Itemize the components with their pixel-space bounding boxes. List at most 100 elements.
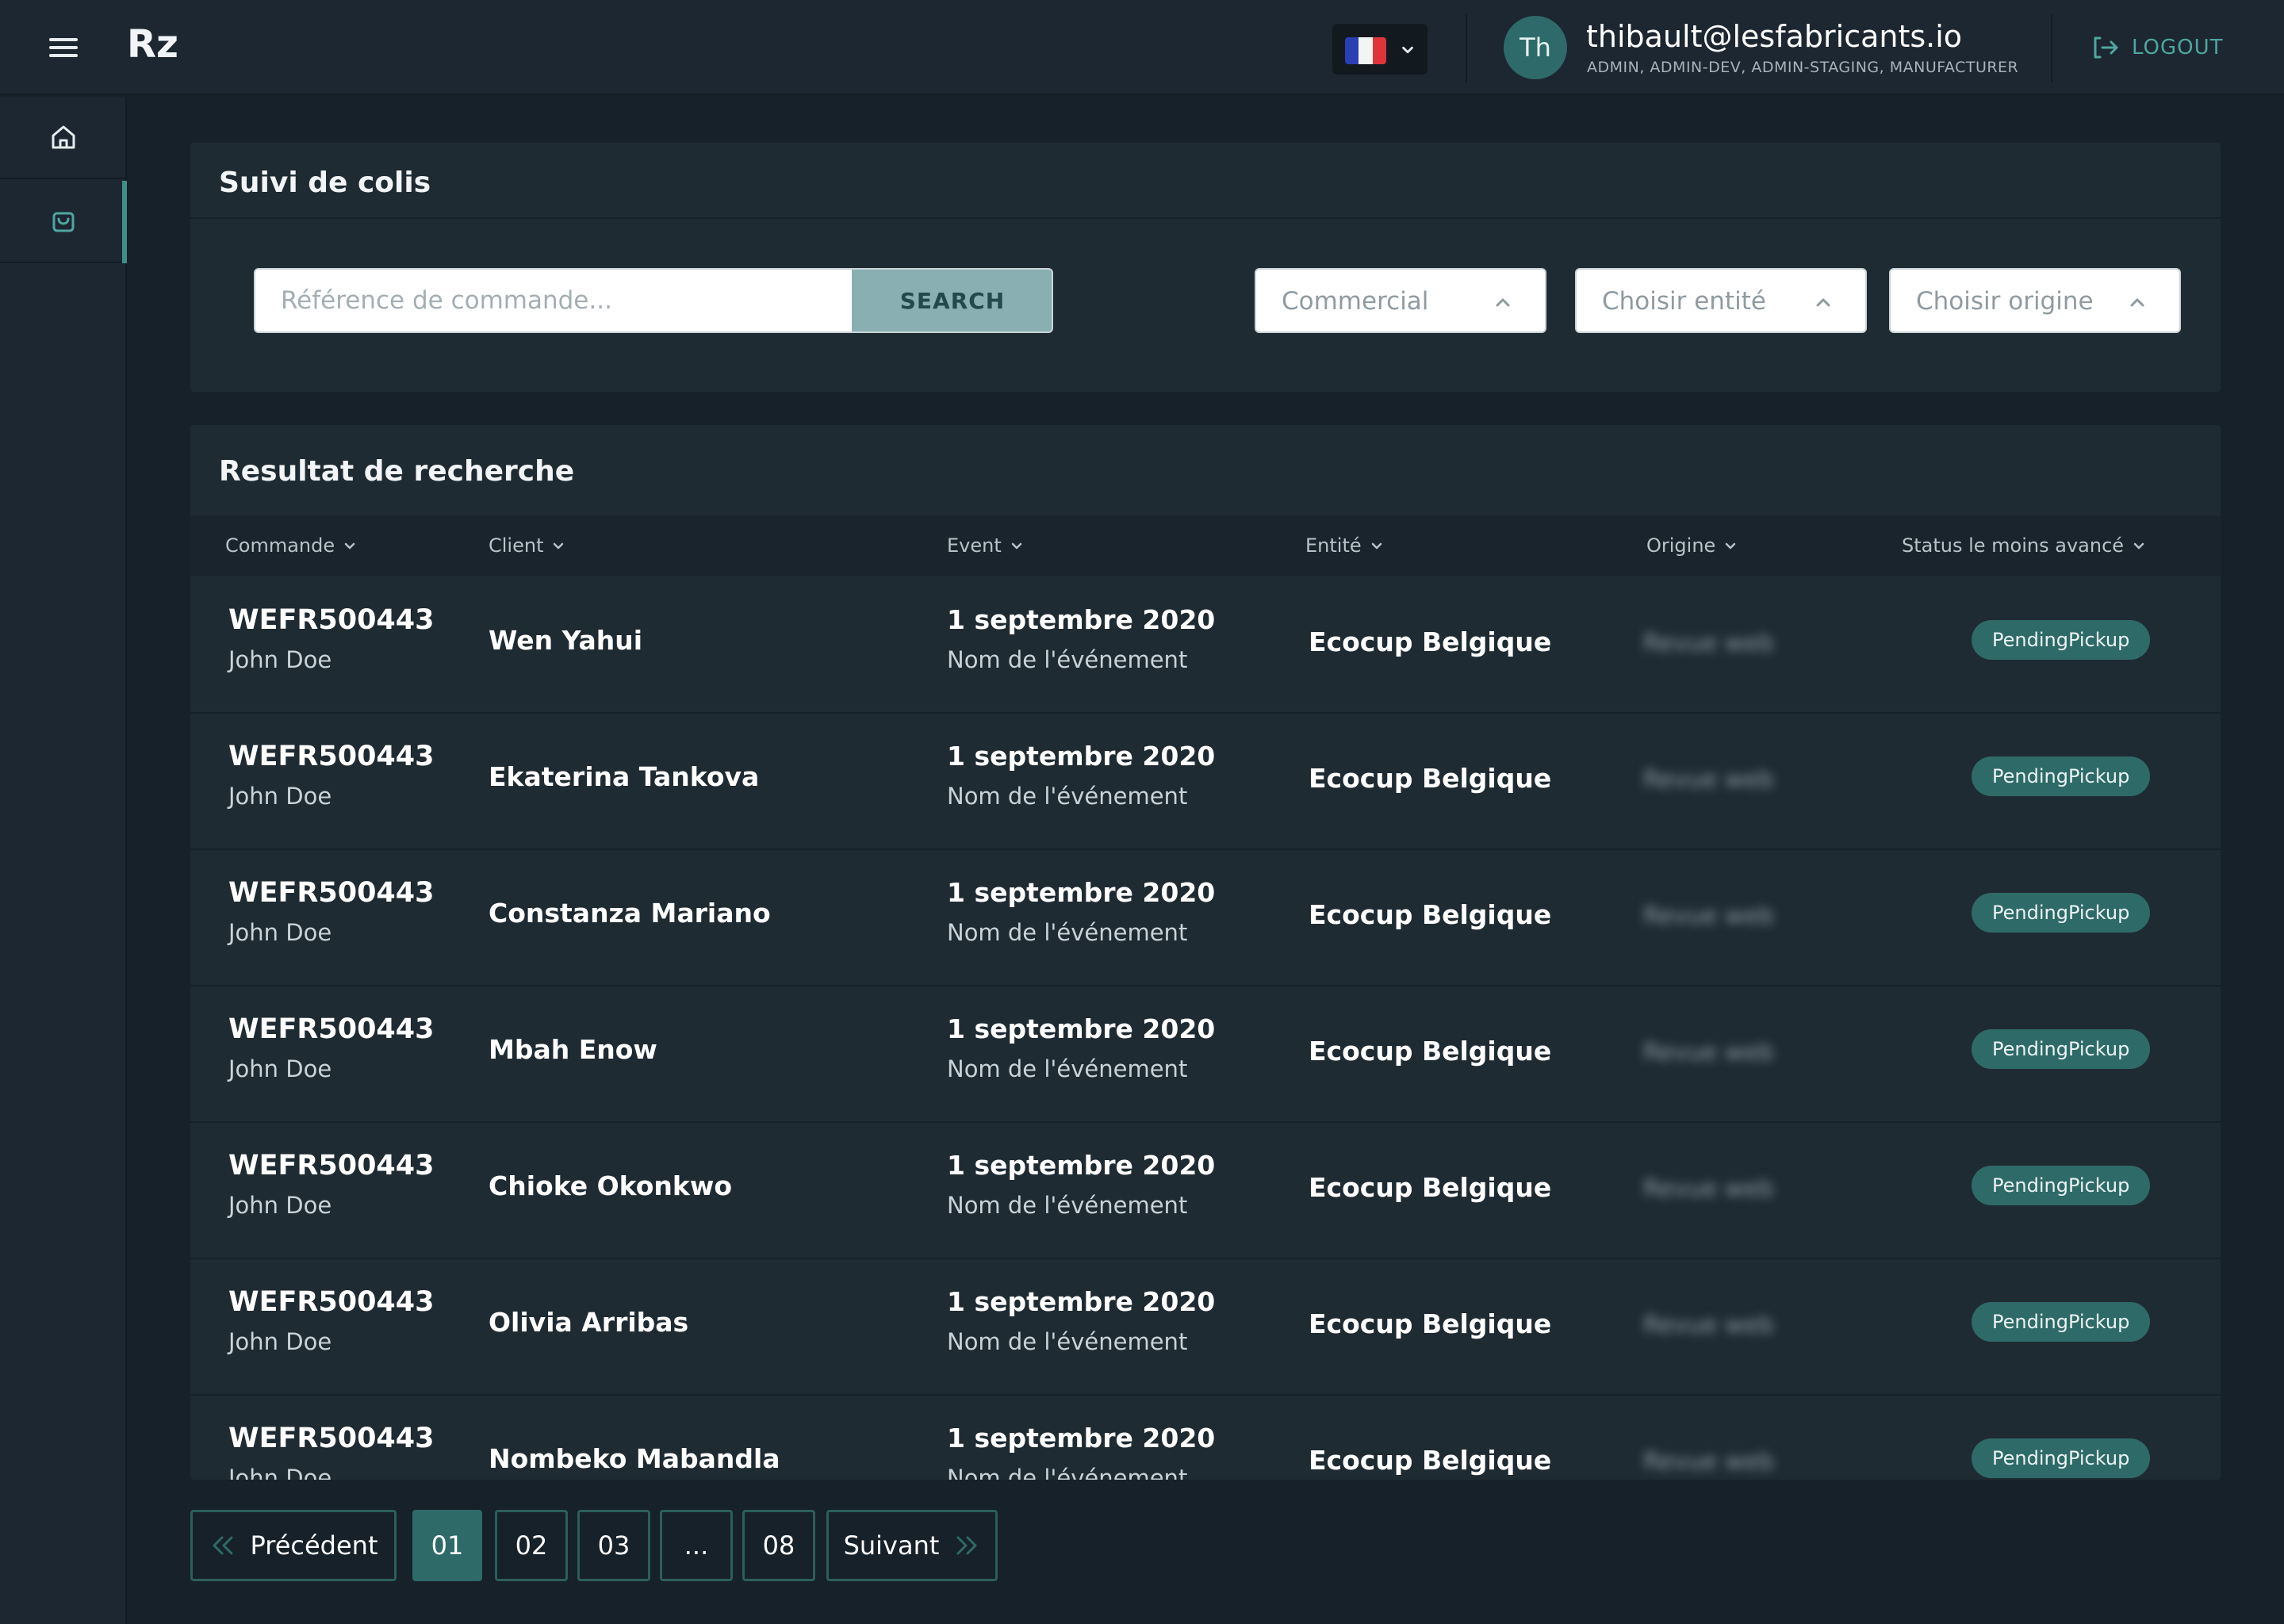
status-badge: PendingPickup <box>1972 620 2151 660</box>
event-name: Nom de l'événement <box>947 1055 1188 1082</box>
flag-france-icon <box>1345 37 1386 64</box>
column-label: Origine <box>1646 534 1716 557</box>
client-name: Mbah Enow <box>489 1034 657 1065</box>
home-icon <box>52 125 75 149</box>
entity-select[interactable]: Choisir entité <box>1575 268 1867 333</box>
page-ellipsis: ... <box>660 1510 733 1581</box>
divider <box>2051 14 2052 82</box>
chevron-down-icon <box>1726 542 1736 550</box>
column-header-status[interactable]: Status le moins avancé <box>1902 534 2146 557</box>
column-label: Event <box>947 534 1002 557</box>
select-label: Choisir origine <box>1916 287 2094 316</box>
origin-value: Revue web <box>1643 1448 1774 1476</box>
order-reference: WEFR500443 <box>228 1150 435 1182</box>
panel-title: Resultat de recherche <box>219 455 575 488</box>
event-date: 1 septembre 2020 <box>947 1423 1216 1454</box>
divider <box>1466 14 1467 82</box>
sidebar-item-orders[interactable] <box>0 181 127 263</box>
order-cell: WEFR500443 John Doe <box>228 739 435 812</box>
column-label: Status le moins avancé <box>1902 534 2125 557</box>
chevron-down-icon <box>1371 542 1382 550</box>
event-date: 1 septembre 2020 <box>947 604 1216 635</box>
status-badge: PendingPickup <box>1972 1438 2151 1478</box>
avatar[interactable]: Th <box>1504 16 1567 79</box>
chevron-down-icon <box>344 542 355 550</box>
event-name: Nom de l'événement <box>947 1192 1188 1219</box>
order-cell: WEFR500443 John Doe <box>228 1421 435 1480</box>
status-badge: PendingPickup <box>1972 1166 2151 1205</box>
column-header-order[interactable]: Commande <box>225 534 357 557</box>
user-roles: ADMIN, ADMIN-DEV, ADMIN-STAGING, MANUFAC… <box>1587 59 2019 76</box>
event-cell: 1 septembre 2020 Nom de l'événement <box>947 603 1215 676</box>
next-page-button[interactable]: Suivant <box>826 1510 998 1581</box>
double-chevron-left-icon <box>213 1536 232 1555</box>
chevron-down-icon <box>1402 46 1413 54</box>
language-select[interactable] <box>1332 24 1428 75</box>
chevron-up-icon <box>2130 298 2144 307</box>
column-label: Client <box>489 534 544 557</box>
table-row[interactable]: WEFR500443 John Doe Constanza Mariano 1 … <box>190 850 2221 986</box>
order-person: John Doe <box>228 1192 332 1219</box>
table-row[interactable]: WEFR500443 John Doe Olivia Arribas 1 sep… <box>190 1259 2221 1396</box>
entity-name: Ecocup Belgique <box>1309 763 1552 794</box>
status-badge: PendingPickup <box>1972 1302 2151 1342</box>
logout-icon <box>2094 36 2118 59</box>
origin-value: Revue web <box>1643 766 1774 794</box>
results-panel: Resultat de recherche Commande Client Ev… <box>190 425 2221 1480</box>
table-header: Commande Client Event Entité Origine Sta… <box>190 515 2221 576</box>
status-badge: PendingPickup <box>1972 1029 2151 1069</box>
event-name: Nom de l'événement <box>947 646 1188 673</box>
entity-name: Ecocup Belgique <box>1309 626 1552 657</box>
origin-value: Revue web <box>1643 1312 1774 1339</box>
commercial-select[interactable]: Commercial <box>1255 268 1546 333</box>
column-header-client[interactable]: Client <box>489 534 565 557</box>
status-badge: PendingPickup <box>1972 756 2151 796</box>
order-reference: WEFR500443 <box>228 1013 435 1045</box>
event-name: Nom de l'événement <box>947 1328 1188 1355</box>
event-cell: 1 septembre 2020 Nom de l'événement <box>947 739 1215 812</box>
entity-name: Ecocup Belgique <box>1309 1308 1552 1339</box>
select-label: Commercial <box>1282 287 1429 316</box>
table-row[interactable]: WEFR500443 John Doe Nombeko Mabandla 1 s… <box>190 1396 2221 1480</box>
entity-name: Ecocup Belgique <box>1309 1172 1552 1203</box>
table-row[interactable]: WEFR500443 John Doe Chioke Okonkwo 1 sep… <box>190 1123 2221 1259</box>
app-brand: Rz <box>127 22 178 67</box>
event-name: Nom de l'événement <box>947 783 1188 810</box>
entity-name: Ecocup Belgique <box>1309 899 1552 930</box>
order-reference: WEFR500443 <box>228 877 435 909</box>
order-reference: WEFR500443 <box>228 1423 435 1454</box>
event-date: 1 septembre 2020 <box>947 1013 1216 1044</box>
search-input[interactable] <box>255 270 852 331</box>
order-person: John Doe <box>228 1465 332 1480</box>
select-label: Choisir entité <box>1602 287 1766 316</box>
divider <box>190 217 2221 219</box>
page-button-08[interactable]: 08 <box>742 1510 815 1581</box>
menu-icon[interactable] <box>49 38 78 57</box>
order-person: John Doe <box>228 783 332 810</box>
search-button[interactable]: SEARCH <box>852 270 1052 331</box>
event-name: Nom de l'événement <box>947 919 1188 946</box>
logout-button[interactable]: LOGOUT <box>2092 30 2224 65</box>
event-date: 1 septembre 2020 <box>947 877 1216 908</box>
double-chevron-right-icon <box>956 1536 977 1555</box>
panel-title: Suivi de colis <box>219 167 431 199</box>
event-date: 1 septembre 2020 <box>947 1286 1216 1317</box>
origin-value: Revue web <box>1643 902 1774 930</box>
order-reference: WEFR500443 <box>228 604 435 636</box>
table-row[interactable]: WEFR500443 John Doe Mbah Enow 1 septembr… <box>190 986 2221 1123</box>
page-button-01[interactable]: 01 <box>412 1510 482 1581</box>
sidebar-item-home[interactable] <box>0 97 127 179</box>
column-header-event[interactable]: Event <box>947 534 1024 557</box>
table-row[interactable]: WEFR500443 John Doe Wen Yahui 1 septembr… <box>190 577 2221 714</box>
event-cell: 1 septembre 2020 Nom de l'événement <box>947 1285 1215 1358</box>
column-label: Entité <box>1305 534 1362 557</box>
search-box: SEARCH <box>254 268 1053 333</box>
column-header-entity[interactable]: Entité <box>1305 534 1384 557</box>
column-header-origin[interactable]: Origine <box>1646 534 1738 557</box>
origin-select[interactable]: Choisir origine <box>1889 268 2181 333</box>
event-name: Nom de l'événement <box>947 1465 1188 1480</box>
previous-page-button[interactable]: Précédent <box>190 1510 397 1581</box>
table-row[interactable]: WEFR500443 John Doe Ekaterina Tankova 1 … <box>190 714 2221 850</box>
page-button-03[interactable]: 03 <box>577 1510 650 1581</box>
page-button-02[interactable]: 02 <box>495 1510 568 1581</box>
